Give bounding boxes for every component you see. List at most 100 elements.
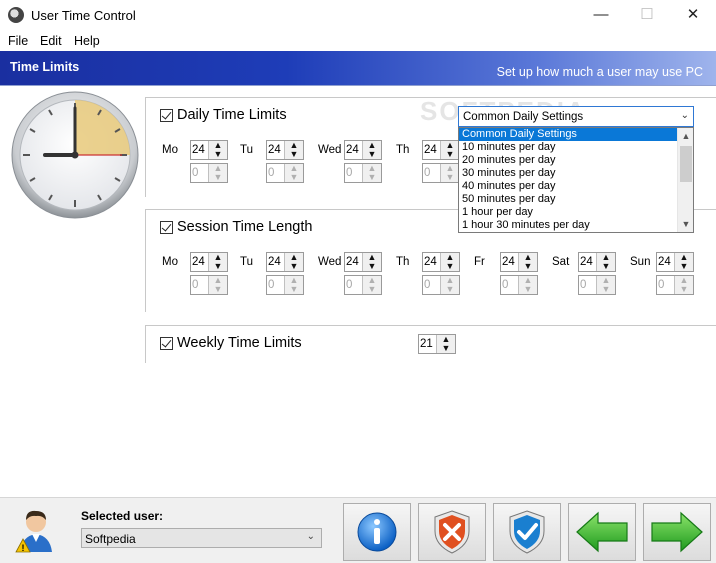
daily-day-th: Th 24 ▲ ▼	[380, 140, 460, 160]
session-length-checkbox[interactable]	[160, 220, 173, 234]
minutes-spinner[interactable]: 0 ▲ ▼	[344, 163, 382, 183]
apply-button[interactable]	[493, 503, 561, 561]
spin-arrows-icon[interactable]: ▲ ▼	[674, 253, 693, 271]
daily-preset-dropdown[interactable]: Common Daily Settings ⌄	[458, 106, 694, 127]
spin-arrows-icon[interactable]: ▲ ▼	[362, 276, 381, 294]
menu-bar: File Edit Help	[0, 31, 716, 51]
weekly-limits-checkbox[interactable]	[160, 336, 173, 350]
spin-arrows-icon[interactable]: ▲ ▼	[362, 253, 381, 271]
selected-user-label: Selected user:	[81, 509, 164, 523]
minutes-spinner[interactable]: 0 ▲ ▼	[344, 275, 382, 295]
spin-arrows-icon[interactable]: ▲ ▼	[284, 141, 303, 159]
header-banner: Time Limits Set up how much a user may u…	[0, 51, 716, 86]
day-label: Mo	[162, 256, 178, 268]
day-label: Fr	[474, 256, 485, 268]
window-title: User Time Control	[31, 8, 136, 23]
hours-spinner[interactable]: 24 ▲ ▼	[266, 252, 304, 272]
scroll-up-icon[interactable]: ▲	[678, 128, 693, 144]
spin-arrows-icon[interactable]: ▲ ▼	[518, 253, 537, 271]
day-label: Mo	[162, 144, 178, 156]
dropdown-option[interactable]: 1 hour 30 minutes per day	[459, 219, 693, 232]
dropdown-option[interactable]: 10 minutes per day	[459, 141, 693, 154]
scroll-thumb[interactable]	[680, 146, 692, 182]
spin-arrows-icon[interactable]: ▲ ▼	[596, 253, 615, 271]
hours-spinner[interactable]: 24 ▲ ▼	[344, 252, 382, 272]
minutes-spinner[interactable]: 0 ▲ ▼	[578, 275, 616, 295]
spin-arrows-icon[interactable]: ▲ ▼	[284, 253, 303, 271]
daily-day-tu: Tu 24 ▲ ▼	[224, 140, 304, 160]
minutes-spinner[interactable]: 0 ▲ ▼	[500, 275, 538, 295]
next-button[interactable]	[643, 503, 711, 561]
spin-arrows-icon[interactable]: ▲ ▼	[440, 164, 459, 182]
dropdown-option[interactable]: 20 minutes per day	[459, 154, 693, 167]
page-subtitle: Set up how much a user may use PC	[496, 65, 703, 79]
dropdown-option[interactable]: 30 minutes per day	[459, 167, 693, 180]
spin-arrows-icon[interactable]: ▲ ▼	[674, 276, 693, 294]
clock-icon	[11, 91, 139, 219]
daily-day-mo: Mo 24 ▲ ▼	[146, 140, 228, 160]
spin-arrows-icon[interactable]: ▲ ▼	[440, 253, 459, 271]
scroll-down-icon[interactable]: ▼	[678, 216, 693, 232]
dropdown-option[interactable]: Common Daily Settings	[459, 128, 693, 141]
page-title: Time Limits	[10, 60, 80, 74]
minutes-spinner[interactable]: 0 ▲ ▼	[190, 275, 228, 295]
spin-arrows-icon[interactable]: ▲ ▼	[518, 276, 537, 294]
day-label: Tu	[240, 256, 253, 268]
daily-day-wed: Wed 24 ▲ ▼	[302, 140, 382, 160]
spin-arrows-icon[interactable]: ▲ ▼	[440, 276, 459, 294]
weekly-limits-header: Weekly Time Limits	[160, 335, 306, 351]
spin-arrows-icon[interactable]: ▲ ▼	[362, 141, 381, 159]
session-day-mo: Mo 24 ▲ ▼	[146, 252, 228, 272]
hours-spinner[interactable]: 24 ▲ ▼	[344, 140, 382, 160]
menu-help[interactable]: Help	[74, 34, 100, 48]
info-button[interactable]	[343, 503, 411, 561]
hours-spinner[interactable]: 24 ▲ ▼	[500, 252, 538, 272]
dropdown-option[interactable]: 1 hour per day	[459, 206, 693, 219]
minutes-spinner[interactable]: 0 ▲ ▼	[190, 163, 228, 183]
day-label: Th	[396, 144, 410, 156]
dropdown-option[interactable]: 50 minutes per day	[459, 193, 693, 206]
cancel-button[interactable]	[418, 503, 486, 561]
menu-edit[interactable]: Edit	[40, 34, 62, 48]
hours-spinner[interactable]: 24 ▲ ▼	[266, 140, 304, 160]
hours-spinner[interactable]: 24 ▲ ▼	[578, 252, 616, 272]
hours-spinner[interactable]: 24 ▲ ▼	[190, 140, 228, 160]
hours-spinner[interactable]: 24 ▲ ▼	[656, 252, 694, 272]
minutes-spinner[interactable]: 0 ▲ ▼	[656, 275, 694, 295]
app-icon	[8, 7, 24, 23]
session-day-fr: Fr 24 ▲ ▼	[458, 252, 538, 272]
svg-text:!: !	[22, 543, 25, 553]
weekly-limits-group: Weekly Time Limits 21 ▲ ▼	[145, 325, 716, 363]
spin-arrows-icon[interactable]: ▲ ▼	[284, 164, 303, 182]
arrow-left-icon	[576, 511, 628, 553]
session-length-header: Session Time Length	[160, 219, 317, 235]
spin-arrows-icon[interactable]: ▲ ▼	[436, 335, 455, 353]
shield-x-icon	[434, 510, 470, 554]
minimize-button[interactable]: —	[578, 4, 624, 26]
minutes-spinner[interactable]: 0 ▲ ▼	[266, 163, 304, 183]
dropdown-option[interactable]: 40 minutes per day	[459, 180, 693, 193]
session-length-label: Session Time Length	[177, 219, 313, 235]
menu-file[interactable]: File	[8, 34, 28, 48]
user-select[interactable]: Softpedia ⌄	[81, 528, 322, 548]
day-label: Wed	[318, 144, 342, 156]
hours-spinner[interactable]: 24 ▲ ▼	[422, 252, 460, 272]
minutes-spinner[interactable]: 0 ▲ ▼	[266, 275, 304, 295]
daily-limits-header: Daily Time Limits	[160, 107, 291, 123]
minutes-spinner[interactable]: 0 ▲ ▼	[422, 163, 460, 183]
spin-arrows-icon[interactable]: ▲ ▼	[440, 141, 459, 159]
minutes-spinner[interactable]: 0 ▲ ▼	[422, 275, 460, 295]
spin-arrows-icon[interactable]: ▲ ▼	[596, 276, 615, 294]
spin-arrows-icon[interactable]: ▲ ▼	[284, 276, 303, 294]
close-button[interactable]: ✕	[670, 4, 716, 26]
weekly-hours-spinner[interactable]: 21 ▲ ▼	[418, 334, 456, 354]
dropdown-scrollbar[interactable]: ▲ ▼	[677, 128, 693, 232]
session-day-sat: Sat 24 ▲ ▼	[536, 252, 616, 272]
back-button[interactable]	[568, 503, 636, 561]
hours-spinner[interactable]: 24 ▲ ▼	[422, 140, 460, 160]
maximize-button[interactable]: ☐	[624, 4, 670, 26]
spin-arrows-icon[interactable]: ▲ ▼	[362, 164, 381, 182]
hours-spinner[interactable]: 24 ▲ ▼	[190, 252, 228, 272]
daily-limits-checkbox[interactable]	[160, 108, 173, 122]
dropdown-value: Common Daily Settings	[463, 111, 584, 123]
